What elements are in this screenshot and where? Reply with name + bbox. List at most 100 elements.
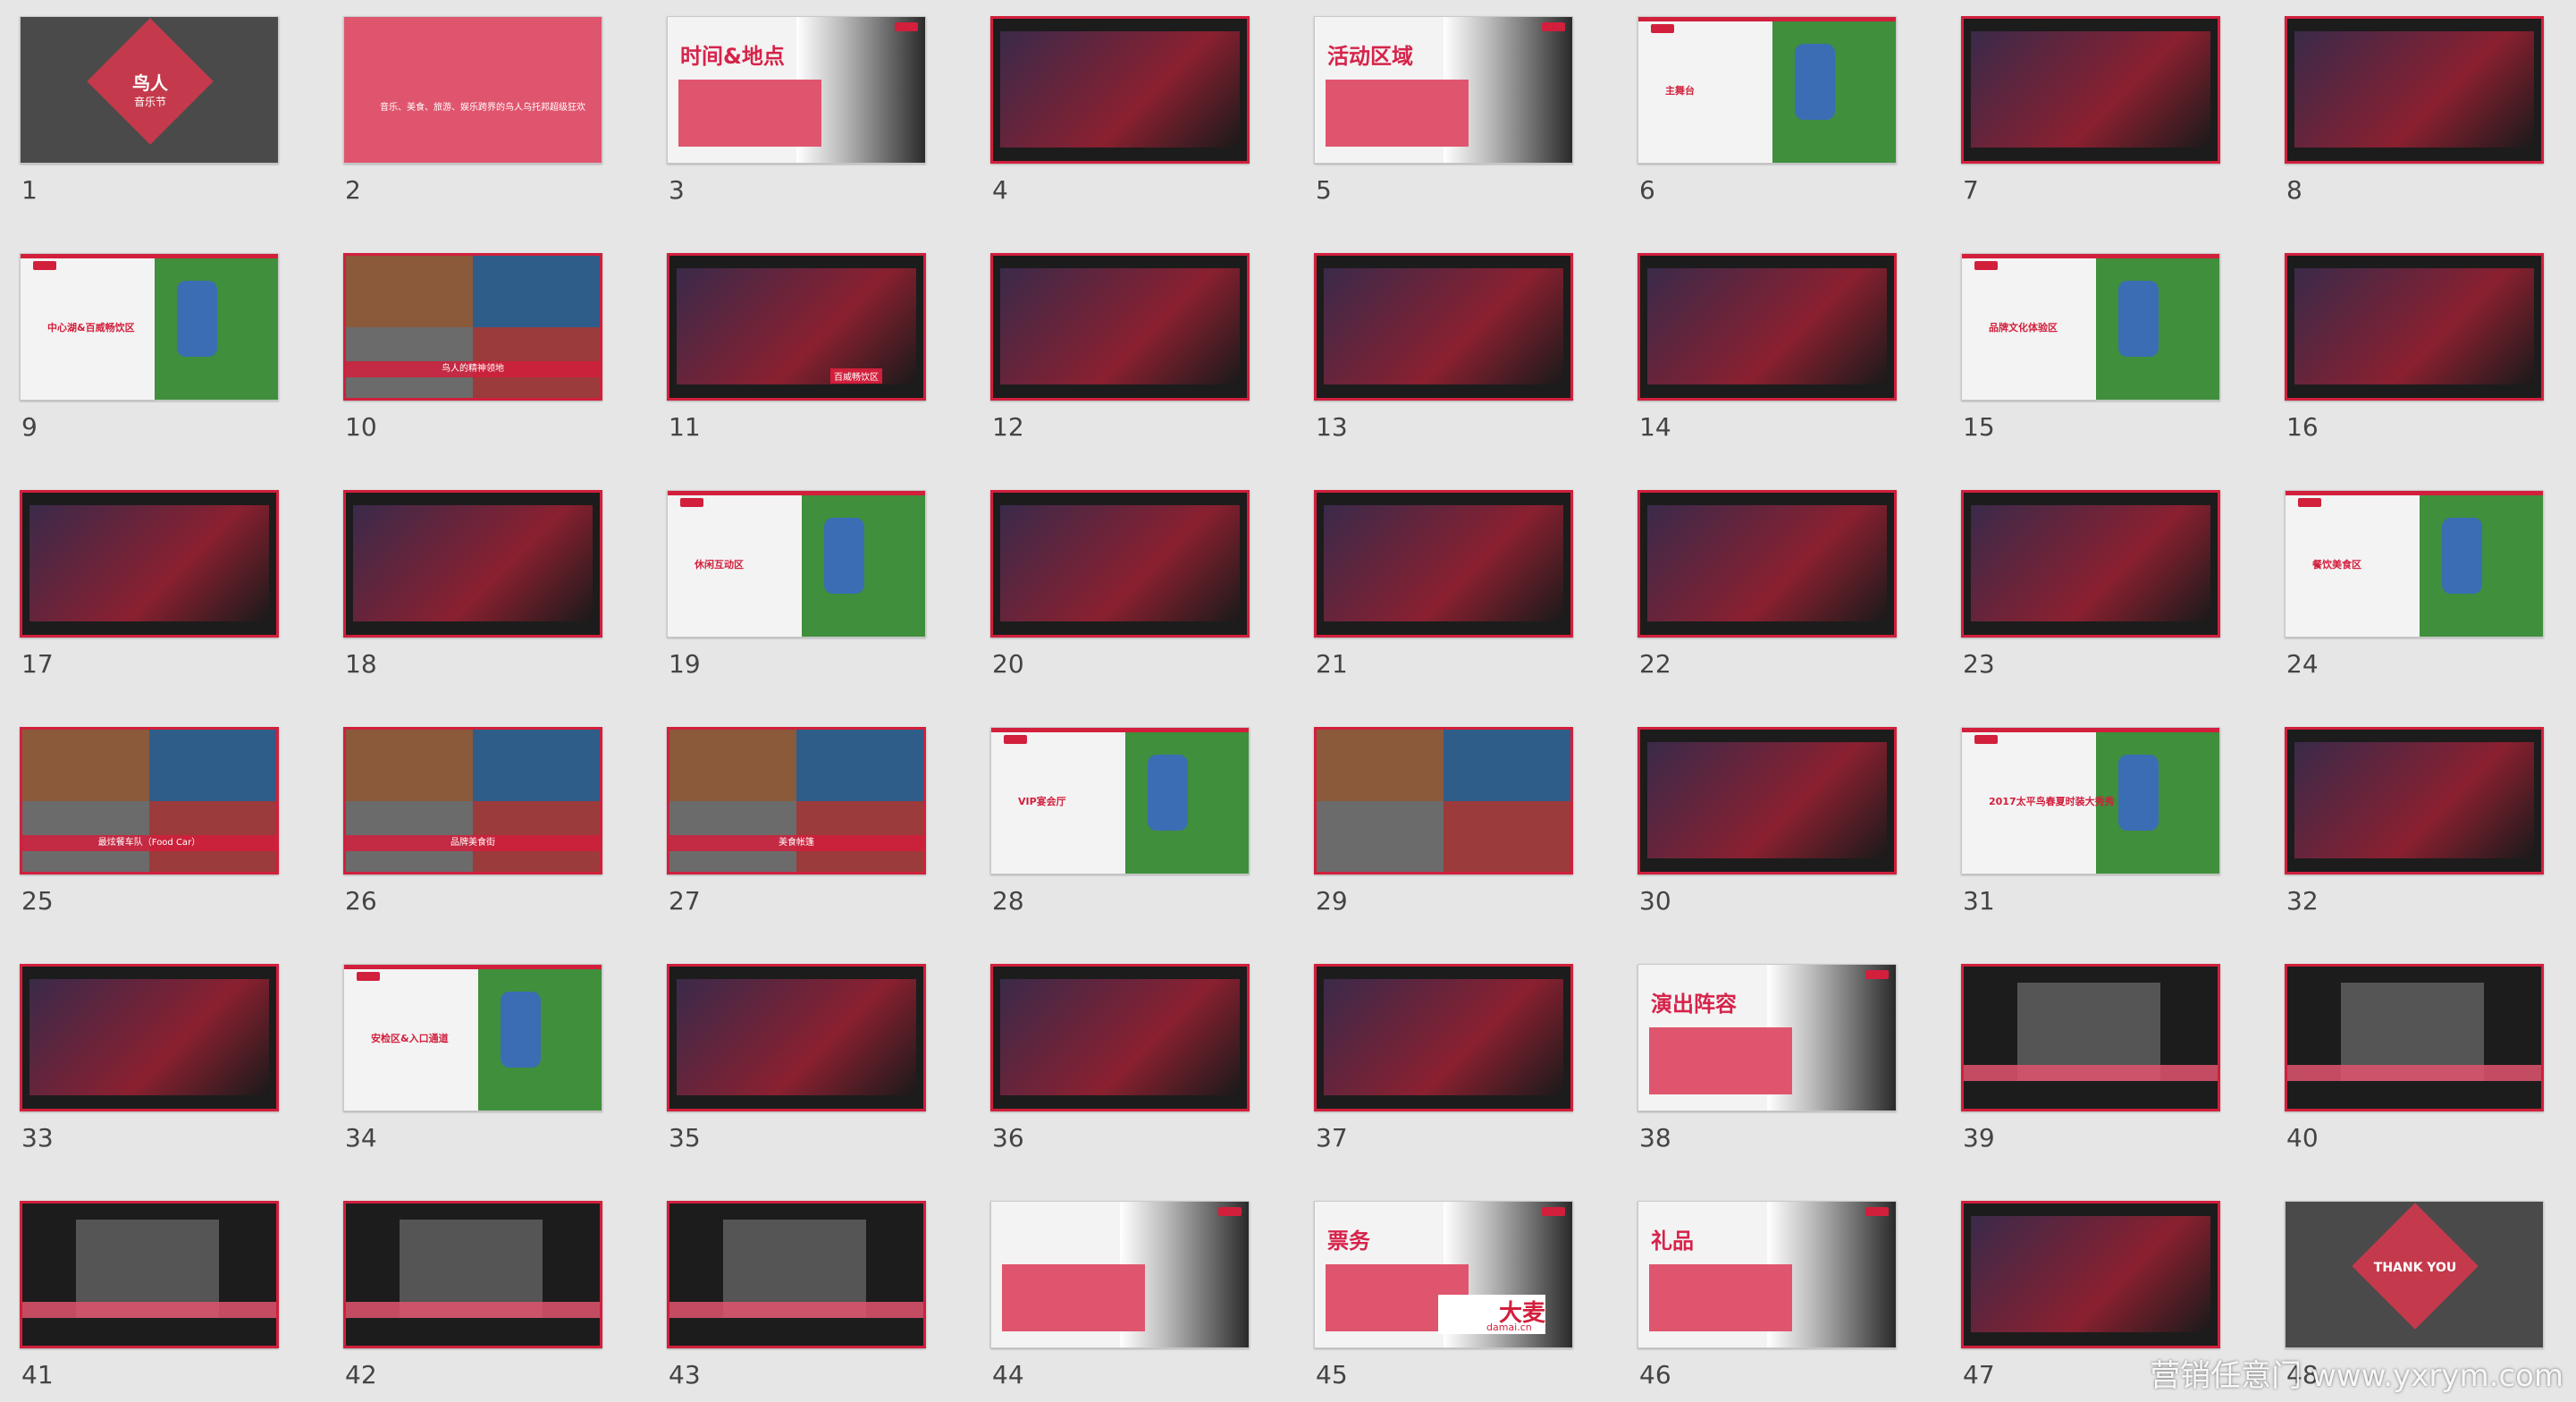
slide-number: 1	[21, 175, 38, 205]
brand-logo	[1865, 1207, 1889, 1216]
slide-thumbnail-44[interactable]: 44	[990, 1201, 1250, 1398]
slide-number: 45	[1316, 1360, 1348, 1389]
brand-logo	[680, 498, 703, 507]
pink-banner	[22, 1302, 276, 1318]
slide-number: 27	[669, 886, 701, 916]
slide-preview	[1961, 964, 2220, 1111]
brand-logo	[33, 261, 56, 270]
slide-thumbnail-20[interactable]: 20	[990, 490, 1250, 687]
slide-preview: 品牌文化体验区	[1961, 253, 2220, 401]
photo-tile	[346, 730, 473, 801]
slide-number: 28	[992, 886, 1024, 916]
caption-banner-text: 鸟人的精神领地	[346, 361, 600, 377]
slide-thumbnail-21[interactable]: 21	[1314, 490, 1573, 687]
slide-thumbnail-19[interactable]: 休闲互动区 19	[667, 490, 926, 687]
map-lake	[1148, 755, 1188, 831]
slide-thumbnail-37[interactable]: 37	[1314, 964, 1573, 1161]
slide-thumbnail-41[interactable]: 41	[20, 1201, 279, 1398]
slide-image	[1000, 979, 1240, 1095]
slide-thumbnail-16[interactable]: 16	[2285, 253, 2544, 450]
slide-thumbnail-38[interactable]: 演出阵容 38	[1637, 964, 1897, 1161]
slide-preview	[1314, 490, 1573, 638]
slide-thumbnail-7[interactable]: 7	[1961, 16, 2220, 213]
slide-number: 35	[669, 1123, 701, 1153]
slide-preview: 音乐、美食、旅游、娱乐跨界的鸟人乌托邦超级狂欢	[343, 16, 602, 164]
slide-thumbnail-4[interactable]: 4	[990, 16, 1250, 213]
photo-tile	[473, 730, 600, 801]
area-label-text: 主舞台	[1665, 85, 1695, 97]
slide-thumbnail-25[interactable]: 最炫餐车队（Food Car） 25	[20, 727, 279, 924]
slide-preview: 休闲互动区	[667, 490, 926, 638]
slide-thumbnail-24[interactable]: 餐饮美食区 24	[2285, 490, 2544, 687]
slide-number: 13	[1316, 412, 1348, 442]
slide-preview: 百威畅饮区	[667, 253, 926, 401]
caption-banner-text: 美食帐篷	[669, 835, 923, 851]
slide-thumbnail-2[interactable]: 音乐、美食、旅游、娱乐跨界的鸟人乌托邦超级狂欢 2	[343, 16, 602, 213]
slide-number: 39	[1963, 1123, 1995, 1153]
slide-number: 23	[1963, 649, 1995, 679]
slide-number: 25	[21, 886, 54, 916]
slide-thumbnail-11[interactable]: 百威畅饮区 11	[667, 253, 926, 450]
slide-preview: 安检区&入口通道	[343, 964, 602, 1111]
watermark-text: 营销任意门 www.yxrym.com	[2150, 1358, 2563, 1394]
slide-preview: 主舞台	[1637, 16, 1897, 164]
slide-thumbnail-3[interactable]: 时间&地点 3	[667, 16, 926, 213]
slide-preview: 礼品	[1637, 1201, 1897, 1348]
slide-thumbnail-23[interactable]: 23	[1961, 490, 2220, 687]
brand-logo	[1542, 22, 1565, 31]
slide-subtitle-text: 音乐节	[133, 96, 166, 108]
slide-thumbnail-13[interactable]: 13	[1314, 253, 1573, 450]
area-label-text: 2017太平鸟春夏时装大秀秀	[1989, 796, 2115, 807]
slide-number: 47	[1963, 1360, 1995, 1389]
pink-panel	[1002, 1264, 1145, 1331]
slide-thumbnail-36[interactable]: 36	[990, 964, 1250, 1161]
brand-logo	[1218, 1207, 1242, 1216]
brand-logo	[1542, 1207, 1565, 1216]
slide-thumbnail-17[interactable]: 17	[20, 490, 279, 687]
slide-number: 33	[21, 1123, 54, 1153]
slide-number: 5	[1316, 175, 1332, 205]
slide-number: 3	[669, 175, 685, 205]
slide-thumbnail-35[interactable]: 35	[667, 964, 926, 1161]
slide-thumbnail-43[interactable]: 43	[667, 1201, 926, 1398]
slide-thumbnail-30[interactable]: 30	[1637, 727, 1897, 924]
slide-image	[677, 268, 916, 384]
slide-thumbnail-34[interactable]: 安检区&入口通道 34	[343, 964, 602, 1161]
slide-thumbnail-8[interactable]: 8	[2285, 16, 2544, 213]
slide-thumbnail-9[interactable]: 中心湖&百威畅饮区 9	[20, 253, 279, 450]
slide-thumbnail-40[interactable]: 40	[2285, 964, 2544, 1161]
slide-number: 31	[1963, 886, 1995, 916]
slide-thumbnail-6[interactable]: 主舞台 6	[1637, 16, 1897, 213]
ticket-url-text: damai.cn	[1486, 1322, 1532, 1333]
slide-preview: 最炫餐车队（Food Car）	[20, 727, 279, 874]
slide-image	[1647, 742, 1887, 858]
slide-number: 7	[1963, 175, 1979, 205]
slide-thumbnail-10[interactable]: 鸟人的精神领地 10	[343, 253, 602, 450]
slide-thumbnail-46[interactable]: 礼品 46	[1637, 1201, 1897, 1398]
slide-preview	[1961, 16, 2220, 164]
slide-thumbnail-33[interactable]: 33	[20, 964, 279, 1161]
slide-thumbnail-1[interactable]: 鸟人音乐节 1	[20, 16, 279, 213]
slide-preview: 活动区域	[1314, 16, 1573, 164]
slide-thumbnail-22[interactable]: 22	[1637, 490, 1897, 687]
slide-thumbnail-29[interactable]: 29	[1314, 727, 1573, 924]
slide-thumbnail-18[interactable]: 18	[343, 490, 602, 687]
slide-thumbnail-14[interactable]: 14	[1637, 253, 1897, 450]
area-label-text: 中心湖&百威畅饮区	[47, 322, 135, 334]
slide-thumbnail-27[interactable]: 美食帐篷 27	[667, 727, 926, 924]
slide-preview	[1637, 727, 1897, 874]
slide-thumbnail-12[interactable]: 12	[990, 253, 1250, 450]
slide-thumbnail-26[interactable]: 品牌美食街 26	[343, 727, 602, 924]
photo-tile	[346, 256, 473, 327]
slide-thumbnail-28[interactable]: VIP宴会厅 28	[990, 727, 1250, 924]
slide-thumbnail-42[interactable]: 42	[343, 1201, 602, 1398]
slide-number: 16	[2286, 412, 2319, 442]
slide-thumbnail-15[interactable]: 品牌文化体验区 15	[1961, 253, 2220, 450]
slide-thumbnail-39[interactable]: 39	[1961, 964, 2220, 1161]
slide-body-text: 音乐、美食、旅游、娱乐跨界的鸟人乌托邦超级狂欢	[380, 103, 585, 113]
slide-title-text: 鸟人	[132, 72, 168, 94]
slide-thumbnail-32[interactable]: 32	[2285, 727, 2544, 924]
slide-thumbnail-31[interactable]: 2017太平鸟春夏时装大秀秀 31	[1961, 727, 2220, 924]
slide-thumbnail-45[interactable]: 票务 大麦 damai.cn 45	[1314, 1201, 1573, 1398]
slide-thumbnail-5[interactable]: 活动区域 5	[1314, 16, 1573, 213]
